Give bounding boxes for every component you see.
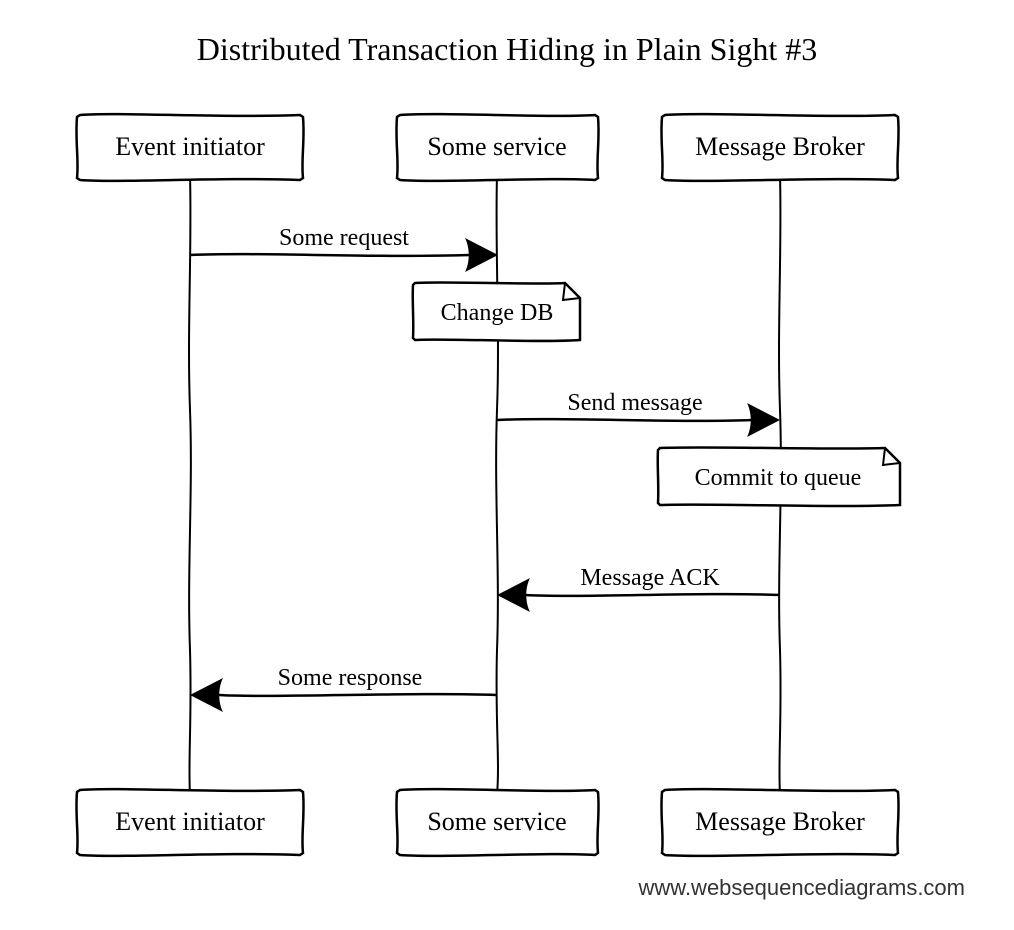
actor-label-bottom-1: Event initiator	[115, 807, 265, 836]
diagram-title: Distributed Transaction Hiding in Plain …	[197, 31, 817, 67]
message-arrow-3: Message ACK	[497, 565, 780, 612]
actor-box-bottom-3: Message Broker	[661, 789, 898, 856]
actor-label-bottom-3: Message Broker	[695, 807, 865, 836]
note-label-2: Commit to queue	[695, 465, 862, 491]
lifeline-actor-2	[496, 175, 498, 795]
actor-label-top-1: Event initiator	[115, 132, 265, 161]
message-label-3: Message ACK	[580, 565, 720, 591]
note-label-1: Change DB	[441, 300, 554, 326]
note-box-2: Commit to queue	[658, 447, 900, 506]
actor-box-top-3: Message Broker	[661, 114, 898, 181]
actor-box-bottom-1: Event initiator	[76, 789, 303, 856]
lifeline-actor-1	[189, 175, 191, 795]
sequence-diagram: Distributed Transaction Hiding in Plain …	[0, 0, 1014, 930]
message-label-4: Some response	[278, 665, 423, 691]
message-label-2: Send message	[567, 390, 702, 416]
message-arrow-4: Some response	[190, 665, 497, 712]
message-label-1: Some request	[279, 225, 409, 251]
actor-box-bottom-2: Some service	[396, 789, 598, 856]
actor-label-top-2: Some service	[427, 132, 566, 161]
credit-text: www.websequencediagrams.com	[638, 875, 966, 900]
actor-label-bottom-2: Some service	[427, 807, 566, 836]
actor-label-top-3: Message Broker	[695, 132, 865, 161]
actor-box-top-1: Event initiator	[76, 114, 303, 181]
message-arrow-2: Send message	[497, 390, 780, 437]
message-arrow-1: Some request	[190, 225, 498, 272]
note-box-1: Change DB	[413, 282, 580, 341]
actor-box-top-2: Some service	[396, 114, 598, 181]
